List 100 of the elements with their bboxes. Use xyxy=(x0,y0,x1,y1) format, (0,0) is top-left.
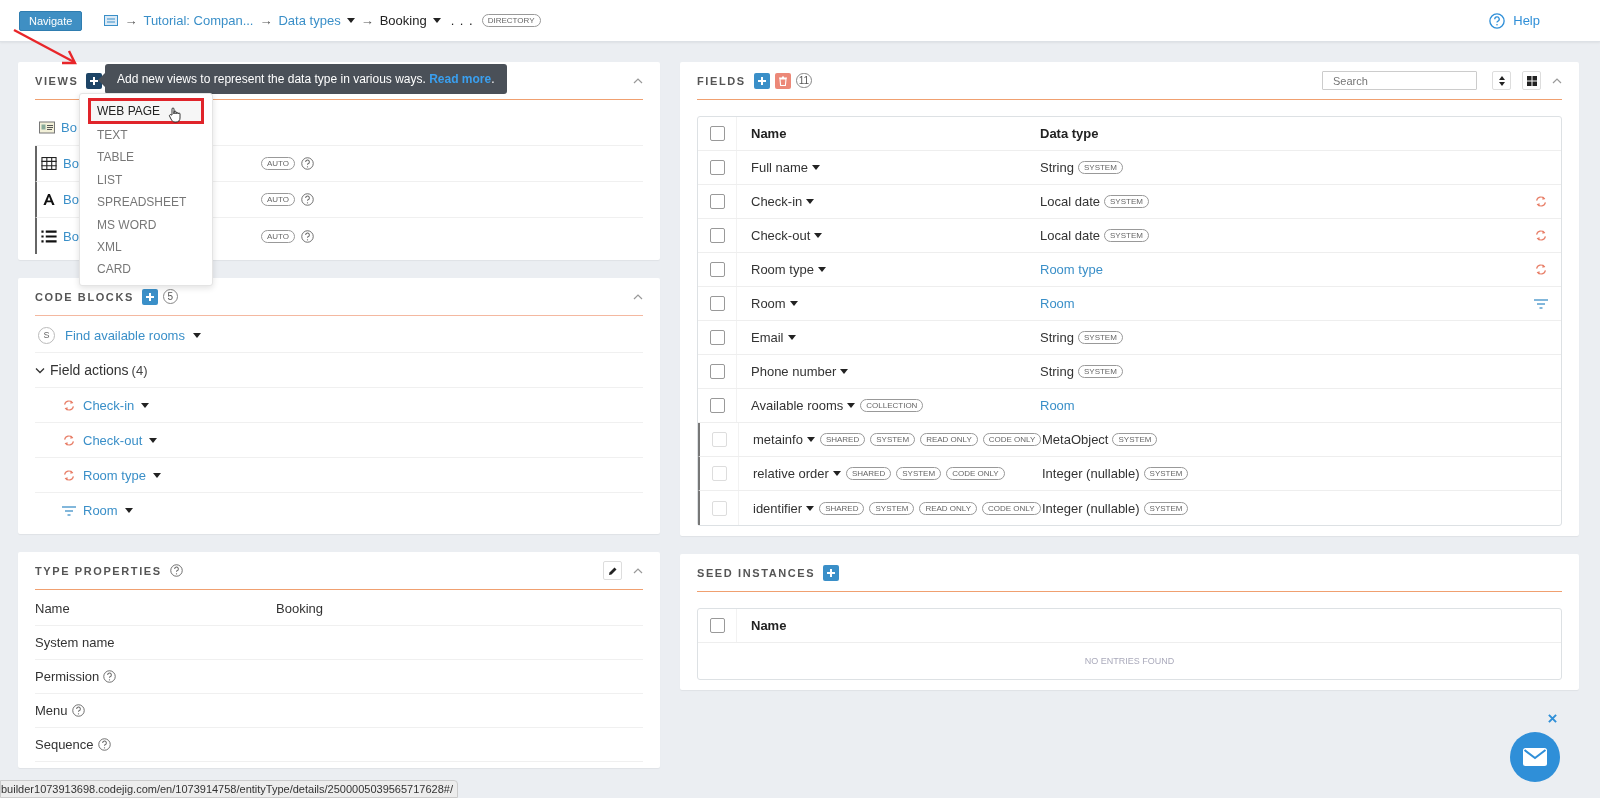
caret-icon[interactable] xyxy=(847,403,856,408)
collapse-icon[interactable] xyxy=(633,567,643,574)
field-name[interactable]: relative order xyxy=(753,466,829,481)
caret-icon[interactable] xyxy=(192,332,201,338)
plus-icon xyxy=(89,75,100,86)
select-all-checkbox[interactable] xyxy=(709,618,725,633)
caret-icon[interactable] xyxy=(149,437,158,443)
edit-button[interactable] xyxy=(603,561,622,580)
plus-icon xyxy=(756,75,767,86)
help-icon[interactable] xyxy=(97,738,111,751)
help-icon[interactable] xyxy=(103,670,117,683)
more-menu[interactable]: . . . xyxy=(450,13,474,28)
menu-item[interactable]: CARD xyxy=(80,258,212,281)
sync-icon[interactable] xyxy=(1534,229,1548,242)
field-name[interactable]: Room xyxy=(751,296,786,311)
help-icon[interactable] xyxy=(301,157,315,170)
menu-item[interactable]: MS WORD xyxy=(80,213,212,236)
navigate-button[interactable]: Navigate xyxy=(19,10,83,31)
breadcrumb-current[interactable]: Booking xyxy=(379,13,427,28)
sync-icon[interactable] xyxy=(1534,195,1548,208)
collapse-icon[interactable] xyxy=(633,293,643,300)
caret-icon[interactable] xyxy=(124,508,133,513)
row-checkbox[interactable] xyxy=(709,194,725,209)
data-type-link[interactable]: Room xyxy=(1040,398,1075,413)
row-checkbox[interactable] xyxy=(709,364,725,379)
row-checkbox[interactable] xyxy=(709,262,725,277)
property-label: System name xyxy=(35,635,115,650)
data-type: Integer (nullable) xyxy=(1042,466,1140,481)
caret-icon[interactable] xyxy=(832,471,841,476)
caret-icon[interactable] xyxy=(806,199,815,204)
menu-item[interactable]: XML xyxy=(80,235,212,259)
data-type-link[interactable]: Room type xyxy=(1040,262,1103,277)
code-block-link[interactable]: Check-out xyxy=(83,432,143,448)
caret-icon[interactable] xyxy=(789,301,798,306)
field-name[interactable]: identifier xyxy=(753,500,803,516)
grid-view-button[interactable] xyxy=(1522,71,1541,90)
code-block-link[interactable]: Find available rooms xyxy=(65,327,185,343)
list-icon xyxy=(41,229,57,243)
help-icon[interactable] xyxy=(301,229,315,243)
row-checkbox[interactable] xyxy=(709,398,725,413)
menu-item[interactable]: WEB PAGE xyxy=(88,98,204,124)
collapse-icon[interactable] xyxy=(633,77,643,84)
caret-icon[interactable] xyxy=(141,402,150,408)
add-code-block-button[interactable] xyxy=(141,288,158,305)
field-name[interactable]: Full name xyxy=(751,160,809,175)
delete-button[interactable] xyxy=(774,72,791,89)
filter-icon[interactable] xyxy=(1534,298,1548,309)
row-checkbox[interactable] xyxy=(709,330,725,345)
code-block-link[interactable]: Room type xyxy=(83,467,146,483)
select-all-checkbox[interactable] xyxy=(709,126,725,141)
sort-icon xyxy=(1498,75,1505,86)
field-name[interactable]: Email xyxy=(751,330,784,345)
chevron-down-icon[interactable] xyxy=(35,366,45,374)
field-name[interactable]: Phone number xyxy=(751,364,837,379)
code-block-link[interactable]: Room xyxy=(83,503,118,518)
sync-icon xyxy=(62,433,76,447)
caret-icon[interactable] xyxy=(346,18,355,23)
caret-icon[interactable] xyxy=(840,369,849,374)
caret-icon[interactable] xyxy=(806,437,815,442)
help-icon[interactable] xyxy=(301,193,315,206)
sort-button[interactable] xyxy=(1492,71,1511,90)
breadcrumb-link[interactable]: Data types xyxy=(278,13,341,28)
help-link[interactable]: Help xyxy=(1489,12,1540,29)
caret-icon[interactable] xyxy=(432,18,441,23)
caret-icon[interactable] xyxy=(812,165,821,170)
field-name[interactable]: Check-in xyxy=(751,194,803,209)
menu-item[interactable]: LIST xyxy=(80,168,212,192)
field-name[interactable]: metainfo xyxy=(753,432,803,447)
breadcrumb-link[interactable]: Tutorial: Compan... xyxy=(143,13,254,28)
collapse-icon[interactable] xyxy=(1552,77,1562,84)
separator-arrow: → xyxy=(360,13,374,28)
caret-icon[interactable] xyxy=(152,472,161,478)
caret-icon[interactable] xyxy=(806,505,815,511)
code-block-link[interactable]: Check-in xyxy=(83,397,135,413)
add-view-button[interactable] xyxy=(86,72,103,89)
field-name[interactable]: Available rooms xyxy=(751,398,844,413)
menu-item[interactable]: TEXT xyxy=(80,124,212,147)
group-label[interactable]: Field actions xyxy=(50,362,129,378)
sync-icon[interactable] xyxy=(1534,263,1548,276)
data-type-link[interactable]: Room xyxy=(1040,296,1075,311)
field-name[interactable]: Check-out xyxy=(751,228,811,243)
row-checkbox[interactable] xyxy=(709,160,725,175)
sync-icon xyxy=(62,468,76,482)
add-seed-button[interactable] xyxy=(823,564,840,581)
row-checkbox[interactable] xyxy=(709,296,725,311)
menu-item[interactable]: TABLE xyxy=(80,146,212,169)
menu-item[interactable]: SPREADSHEET xyxy=(80,191,212,214)
caret-icon[interactable] xyxy=(817,267,826,272)
caret-icon[interactable] xyxy=(814,233,823,238)
caret-icon[interactable] xyxy=(787,335,796,340)
list-icon[interactable] xyxy=(104,15,119,26)
help-icon[interactable] xyxy=(71,704,85,717)
add-field-button[interactable] xyxy=(753,72,770,89)
view-link[interactable]: Bo xyxy=(61,120,83,135)
chat-button[interactable] xyxy=(1510,732,1560,782)
field-name[interactable]: Room type xyxy=(751,262,814,277)
close-icon[interactable] xyxy=(1548,714,1557,723)
search-field[interactable]: Search xyxy=(1322,71,1477,90)
help-icon[interactable] xyxy=(169,564,183,577)
row-checkbox[interactable] xyxy=(709,228,725,243)
